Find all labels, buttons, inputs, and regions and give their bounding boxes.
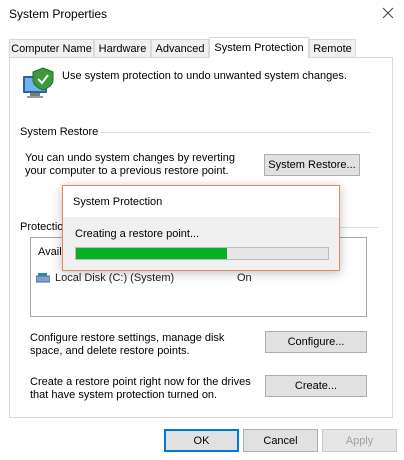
cancel-button[interactable]: Cancel: [243, 429, 318, 452]
ok-button[interactable]: OK: [164, 429, 239, 452]
system-restore-description: You can undo system changes by reverting…: [25, 152, 235, 177]
drive-protection-status: On: [237, 272, 252, 284]
button-label: Cancel: [263, 434, 298, 447]
tab-system-protection[interactable]: System Protection: [209, 37, 309, 58]
protection-settings-group-label: Protection Settings: [20, 221, 66, 233]
create-description: Create a restore point right now for the…: [30, 376, 251, 401]
tab-computer-name[interactable]: Computer Name: [9, 39, 94, 57]
close-icon[interactable]: [380, 5, 396, 21]
progress-bar-fill: [76, 248, 228, 259]
drive-name: Local Disk (C:) (System): [55, 272, 175, 284]
intro-text: Use system protection to undo unwanted s…: [62, 70, 347, 82]
tab-label: System Protection: [214, 42, 304, 54]
button-label: OK: [193, 434, 210, 447]
tab-hardware[interactable]: Hardware: [94, 39, 151, 57]
button-label: System Restore...: [268, 159, 356, 171]
drive-icon: [35, 273, 51, 283]
progress-bar: [75, 247, 329, 260]
system-restore-button[interactable]: System Restore...: [264, 154, 360, 176]
progress-message: Creating a restore point...: [75, 228, 200, 240]
progress-dialog: System Protection Creating a restore poi…: [62, 185, 340, 271]
create-button[interactable]: Create...: [265, 375, 367, 397]
button-label: Apply: [345, 434, 374, 447]
configure-description: Configure restore settings, manage disk …: [30, 332, 225, 357]
tab-remote[interactable]: Remote: [309, 39, 356, 57]
button-label: Create...: [294, 380, 338, 392]
progress-dialog-titlebar: System Protection: [63, 186, 339, 217]
window-title: System Properties: [9, 7, 108, 21]
tab-label: Remote: [313, 42, 352, 55]
button-label: Configure...: [287, 336, 345, 348]
tab-advanced[interactable]: Advanced: [151, 39, 209, 57]
system-protection-icon: [21, 66, 55, 100]
system-restore-group-label: System Restore: [20, 126, 99, 138]
tab-label: Hardware: [98, 42, 147, 55]
progress-dialog-title: System Protection: [73, 196, 163, 208]
configure-button[interactable]: Configure...: [265, 331, 367, 353]
group-divider: [338, 227, 378, 228]
group-label-text: Protection Settings: [20, 221, 66, 233]
group-divider: [100, 132, 370, 133]
apply-button[interactable]: Apply: [322, 429, 397, 452]
tab-label: Advanced: [155, 42, 205, 55]
tab-label: Computer Name: [11, 42, 92, 55]
